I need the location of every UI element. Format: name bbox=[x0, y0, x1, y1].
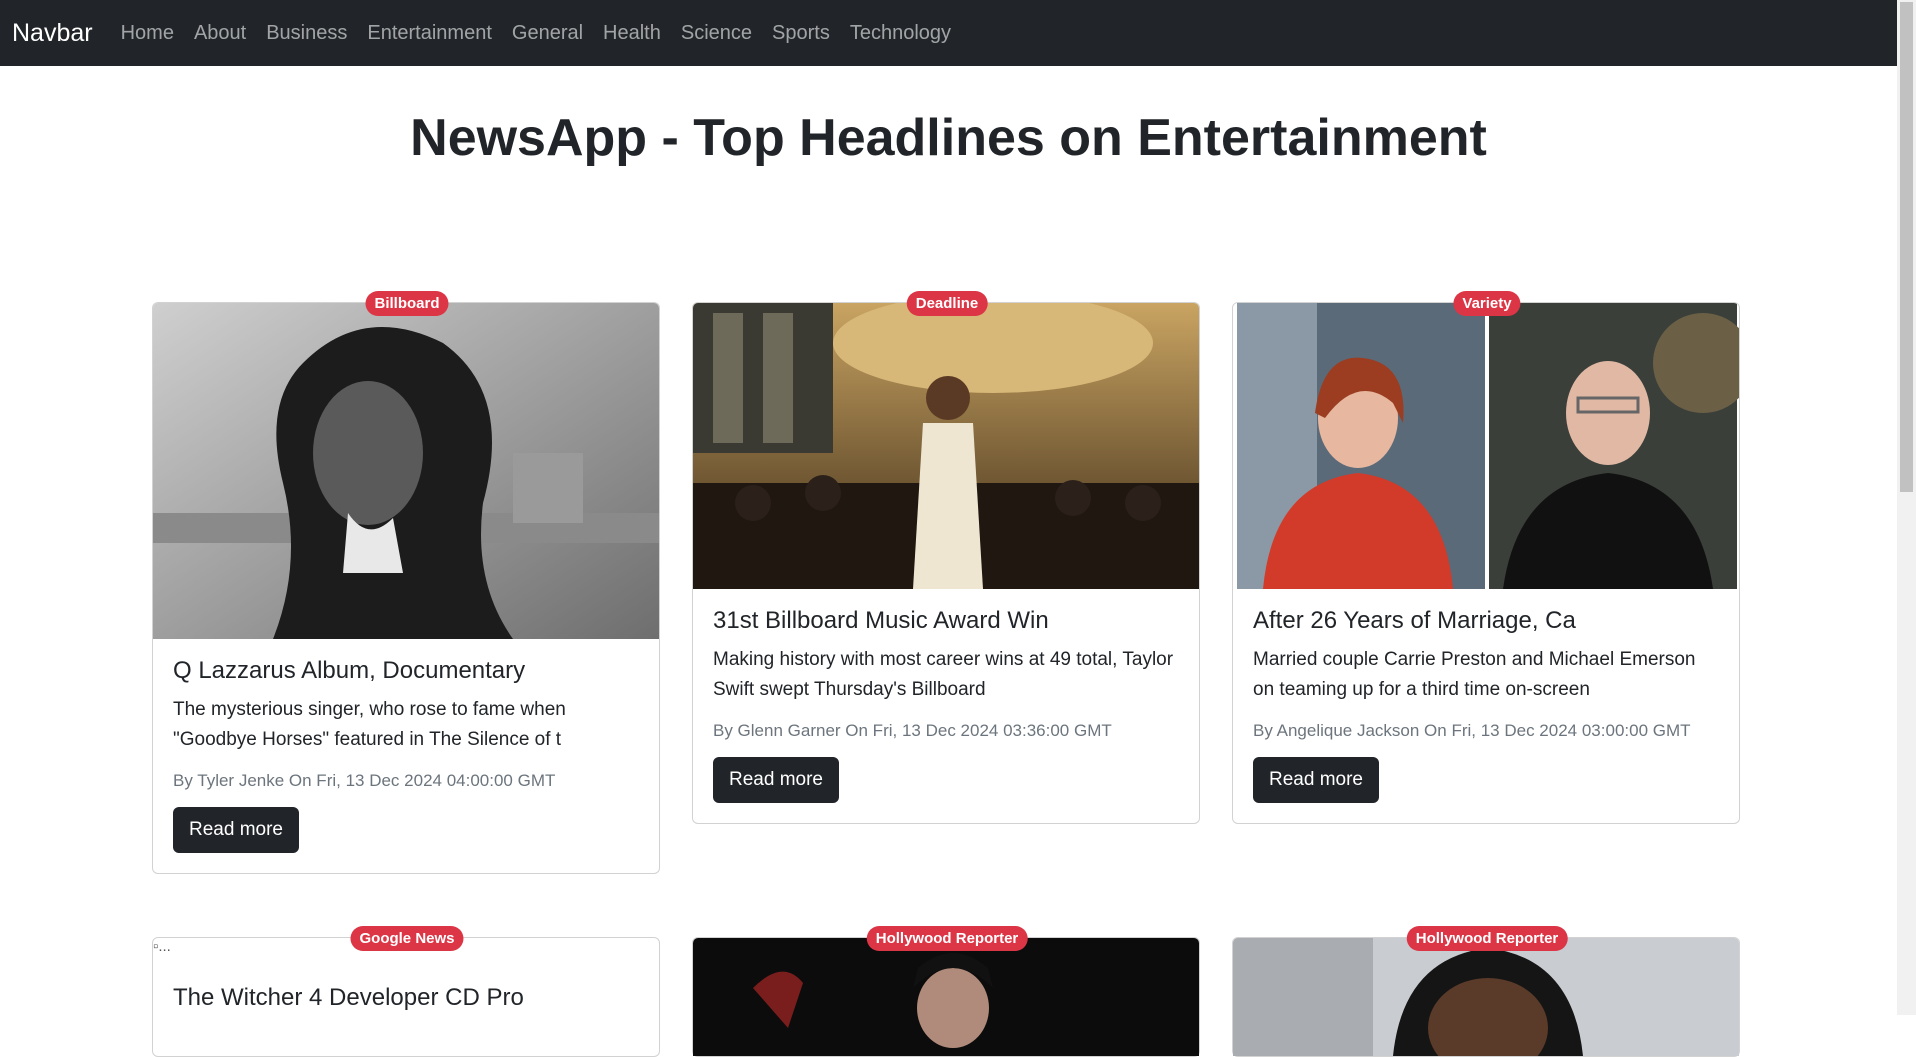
news-image bbox=[1233, 303, 1739, 589]
nav-link-about[interactable]: About bbox=[194, 22, 246, 45]
news-photo-woman bbox=[153, 303, 659, 639]
news-title: Q Lazzarus Album, Documentary bbox=[173, 657, 526, 684]
nav-link-sports[interactable]: Sports bbox=[772, 22, 830, 45]
broken-image-icon: ▫... bbox=[153, 938, 171, 955]
nav-link-science[interactable]: Science bbox=[681, 22, 752, 45]
news-card: Deadline 31st Billboard Music Award Win bbox=[692, 291, 1200, 824]
source-badge: Hollywood Reporter bbox=[866, 926, 1028, 951]
news-image: ▫... bbox=[153, 938, 659, 966]
source-badge: Billboard bbox=[365, 291, 449, 316]
news-image bbox=[1233, 938, 1739, 1056]
nav-link-technology[interactable]: Technology bbox=[850, 22, 951, 45]
news-meta: By Tyler Jenke On Fri, 13 Dec 2024 04:00… bbox=[173, 771, 556, 790]
scrollbar-thumb[interactable] bbox=[1900, 2, 1913, 492]
nav-link-home[interactable]: Home bbox=[121, 22, 174, 45]
source-badge: Variety bbox=[1453, 291, 1521, 316]
news-description: The mysterious singer, who rose to fame … bbox=[173, 699, 566, 750]
source-badge: Deadline bbox=[906, 291, 988, 316]
read-more-button[interactable]: Read more bbox=[1253, 757, 1379, 803]
news-photo-couple bbox=[1233, 303, 1739, 589]
news-image bbox=[153, 303, 659, 639]
read-more-button[interactable]: Read more bbox=[713, 757, 839, 803]
news-card: Google News ▫... The Witcher 4 Developer… bbox=[152, 926, 660, 1057]
news-photo-performer bbox=[693, 938, 1199, 1056]
page-scrollbar[interactable] bbox=[1897, 0, 1916, 1015]
news-photo-performance bbox=[693, 303, 1199, 589]
news-card: Hollywood Reporter bbox=[1232, 926, 1740, 1057]
navbar-brand[interactable]: Navbar bbox=[12, 19, 93, 48]
news-card: Variety After 26 Years of Marriage, Ca M… bbox=[1232, 291, 1740, 824]
news-card: Hollywood Reporter bbox=[692, 926, 1200, 1057]
nav-link-general[interactable]: General bbox=[512, 22, 583, 45]
news-title: The Witcher 4 Developer CD Pro bbox=[173, 984, 524, 1011]
page-title: NewsApp - Top Headlines on Entertainment bbox=[410, 109, 1487, 167]
news-image bbox=[693, 303, 1199, 589]
navbar: Navbar Home About Business Entertainment… bbox=[0, 0, 1897, 66]
nav-link-entertainment[interactable]: Entertainment bbox=[367, 22, 492, 45]
source-badge: Hollywood Reporter bbox=[1406, 926, 1568, 951]
news-meta: By Angelique Jackson On Fri, 13 Dec 2024… bbox=[1253, 721, 1691, 740]
news-title: After 26 Years of Marriage, Ca bbox=[1253, 607, 1576, 634]
news-description: Married couple Carrie Preston and Michae… bbox=[1253, 649, 1696, 700]
nav-link-health[interactable]: Health bbox=[603, 22, 661, 45]
nav-link-business[interactable]: Business bbox=[266, 22, 347, 45]
news-photo-portrait bbox=[1233, 938, 1739, 1056]
news-meta: By Glenn Garner On Fri, 13 Dec 2024 03:3… bbox=[713, 721, 1112, 740]
read-more-button[interactable]: Read more bbox=[173, 807, 299, 853]
news-image bbox=[693, 938, 1199, 1056]
news-title: 31st Billboard Music Award Win bbox=[713, 607, 1049, 634]
news-image-alt: ... bbox=[158, 938, 171, 955]
news-description: Making history with most career wins at … bbox=[713, 649, 1174, 700]
news-card: Billboard Q Lazzarus Album, Documentary … bbox=[152, 291, 660, 874]
